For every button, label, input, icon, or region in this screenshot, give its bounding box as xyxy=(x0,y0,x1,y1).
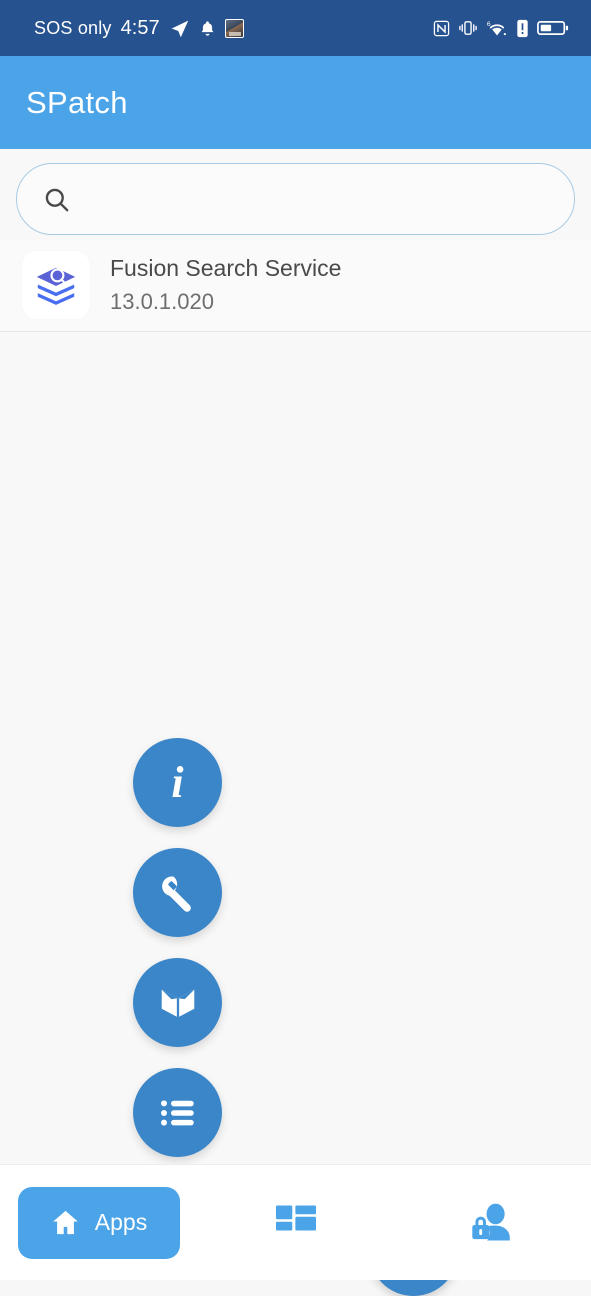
bell-icon xyxy=(201,20,213,36)
user-lock-icon xyxy=(471,1203,510,1240)
search-icon xyxy=(45,188,69,211)
status-bar-clock: 4:57 xyxy=(120,16,160,39)
nav-item-account-privacy[interactable] xyxy=(394,1165,591,1280)
list-item-title: Fusion Search Service xyxy=(110,255,342,281)
bottom-navigation: Apps xyxy=(0,1164,591,1280)
nav-active-pill: Apps xyxy=(17,1186,180,1259)
list-item[interactable]: Fusion Search Service 13.0.1.020 xyxy=(0,241,591,332)
wifi-6-icon: 6 xyxy=(487,20,506,35)
tools-button[interactable] xyxy=(133,848,222,937)
nav-item-apps-label: Apps xyxy=(94,1209,148,1235)
status-bar: SOS only 4:57 6 xyxy=(0,0,591,56)
search-input[interactable] xyxy=(86,187,548,211)
carrier-label: SOS only xyxy=(34,17,112,38)
list-item-version: 13.0.1.020 xyxy=(110,289,214,314)
nav-item-dashboard[interactable] xyxy=(197,1165,394,1280)
bullet-list-icon xyxy=(160,1099,194,1126)
fab-column: i xyxy=(133,738,222,1157)
vibrate-icon xyxy=(459,21,477,35)
list-button[interactable] xyxy=(133,1068,222,1157)
app-bar: SPatch xyxy=(0,56,591,149)
fusion-search-layers-icon xyxy=(36,267,76,305)
open-book-icon xyxy=(161,989,194,1017)
app-list: Fusion Search Service 13.0.1.020 xyxy=(0,241,591,332)
nav-item-apps[interactable]: Apps xyxy=(0,1165,197,1280)
app-icon-tile xyxy=(22,251,90,319)
info-icon: i xyxy=(171,757,184,807)
info-button[interactable]: i xyxy=(133,738,222,827)
wrench-icon xyxy=(161,876,191,912)
home-icon xyxy=(53,1210,78,1235)
list-item-texts: Fusion Search Service 13.0.1.020 xyxy=(110,255,341,315)
nfc-icon xyxy=(433,20,450,36)
main-content: Fusion Search Service 13.0.1.020 i xyxy=(0,149,591,1296)
status-bar-right: 6 xyxy=(433,19,569,38)
dashboard-grid-icon xyxy=(275,1205,316,1230)
page-title: SPatch xyxy=(26,84,128,120)
search-box[interactable] xyxy=(16,163,575,235)
telegram-plane-icon xyxy=(170,20,188,37)
battery-icon xyxy=(537,21,569,35)
alert-icon xyxy=(517,19,528,37)
search-section xyxy=(0,149,591,235)
manual-button[interactable] xyxy=(133,958,222,1047)
status-bar-left: SOS only 4:57 xyxy=(34,17,244,40)
photo-notification-thumbnail xyxy=(224,18,244,38)
